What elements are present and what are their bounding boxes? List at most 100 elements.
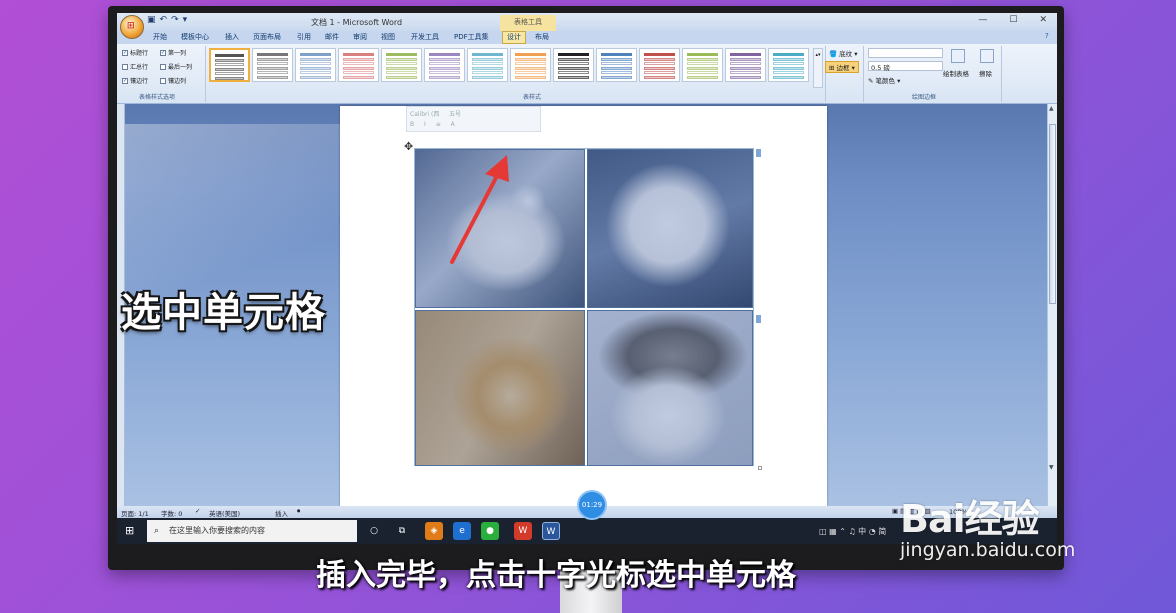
minimize-icon[interactable]: — bbox=[978, 15, 987, 25]
swatch-row bbox=[558, 75, 589, 79]
table-cell-dog-4[interactable] bbox=[587, 310, 753, 466]
tab-layout[interactable]: 布局 bbox=[535, 32, 549, 42]
tab-design[interactable]: 设计 bbox=[502, 31, 526, 44]
gallery-scroll-icon[interactable]: ▴▾ bbox=[813, 48, 823, 88]
eraser-icon[interactable] bbox=[980, 49, 994, 63]
table-style-swatch[interactable] bbox=[725, 48, 766, 82]
swatch-row bbox=[386, 71, 417, 74]
swatch-row bbox=[687, 62, 718, 65]
draw-table-icon[interactable] bbox=[951, 49, 965, 63]
tab-developer[interactable]: 开发工具 bbox=[411, 32, 439, 42]
swatch-row bbox=[601, 66, 632, 70]
checkbox-banded-columns[interactable]: 镶边列 bbox=[160, 76, 186, 85]
proofing-icon[interactable]: ✓ bbox=[195, 507, 200, 515]
table-style-swatch[interactable] bbox=[596, 48, 637, 82]
tab-references[interactable]: 引用 bbox=[297, 32, 311, 42]
browser-icon[interactable]: e bbox=[453, 522, 471, 540]
shading-button[interactable]: 🪣 底纹 ▾ bbox=[829, 48, 858, 58]
language-indicator[interactable]: 英语(美国) bbox=[209, 508, 240, 518]
checkbox-label: 标题行 bbox=[130, 50, 149, 57]
table-style-swatch[interactable] bbox=[424, 48, 465, 82]
table-style-swatch[interactable] bbox=[338, 48, 379, 82]
step-caption: 选中单元格 bbox=[121, 290, 326, 336]
tab-insert[interactable]: 插入 bbox=[225, 32, 239, 42]
page-count[interactable]: 页面: 1/1 bbox=[121, 508, 149, 518]
ime-indicator[interactable]: 中 bbox=[858, 527, 866, 536]
checkbox-icon bbox=[122, 63, 128, 70]
tab-mailings[interactable]: 邮件 bbox=[325, 32, 339, 42]
insert-mode[interactable]: 插入 bbox=[275, 508, 288, 518]
table-style-swatch[interactable] bbox=[252, 48, 293, 82]
tab-pdf-tools[interactable]: PDF工具集 bbox=[454, 32, 489, 42]
checkbox-total-row[interactable]: 汇总行 bbox=[122, 62, 148, 71]
redo-icon[interactable]: ↷ bbox=[171, 15, 179, 25]
checkbox-header-row[interactable]: ✓ 标题行 bbox=[122, 48, 148, 57]
checkbox-last-column[interactable]: 最后一列 bbox=[160, 62, 192, 71]
customize-qat-icon[interactable]: ▾ bbox=[183, 15, 188, 25]
video-timer-badge[interactable]: 01:29 bbox=[577, 490, 607, 520]
format-icons[interactable]: B I ≡ A bbox=[410, 121, 459, 128]
table-cell-dog-3[interactable] bbox=[415, 310, 585, 466]
table-style-swatch[interactable] bbox=[639, 48, 680, 82]
table-cell-dog-2[interactable] bbox=[587, 149, 753, 308]
line-style-dropdown[interactable] bbox=[868, 48, 943, 58]
wechat-icon[interactable]: ● bbox=[481, 522, 499, 540]
pen-color-button[interactable]: ✎ 笔颜色 ▾ bbox=[868, 75, 900, 85]
tab-view[interactable]: 视图 bbox=[381, 32, 395, 42]
scrollbar-thumb[interactable] bbox=[1049, 124, 1056, 304]
tab-review[interactable]: 审阅 bbox=[353, 32, 367, 42]
maximize-icon[interactable]: ☐ bbox=[1009, 15, 1017, 25]
app-icon-photos[interactable]: ◈ bbox=[425, 522, 443, 540]
tab-page-layout[interactable]: 页面布局 bbox=[253, 32, 281, 42]
swatch-row bbox=[472, 75, 503, 79]
table-style-swatch[interactable] bbox=[467, 48, 508, 82]
word-count[interactable]: 字数: 0 bbox=[161, 508, 182, 518]
cortana-icon[interactable]: ○ bbox=[365, 522, 383, 540]
table-style-swatch[interactable] bbox=[768, 48, 809, 82]
eraser-label[interactable]: 擦除 bbox=[979, 68, 992, 78]
swatch-row bbox=[429, 66, 460, 70]
tray-icons[interactable]: ◫ ▦ ⌃ ♫ bbox=[819, 527, 858, 536]
mini-toolbar[interactable]: Calibri (西 五号 B I ≡ A bbox=[406, 106, 541, 132]
table-style-swatch[interactable] bbox=[682, 48, 723, 82]
ime-mode-indicator[interactable]: 简 bbox=[878, 527, 886, 536]
tab-home[interactable]: 开始 bbox=[153, 32, 167, 42]
borders-button[interactable]: ⊞ 边框 ▾ bbox=[825, 61, 859, 73]
clock-icon[interactable]: ◔ bbox=[869, 527, 879, 536]
scroll-up-icon[interactable]: ▲ bbox=[1049, 105, 1054, 112]
scroll-down-icon[interactable]: ▼ bbox=[1049, 464, 1054, 471]
macro-record-icon[interactable]: ⏺ bbox=[297, 507, 300, 516]
table-style-swatch[interactable] bbox=[381, 48, 422, 82]
taskbar-search-box[interactable]: ⌕ 在这里输入你要搜索的内容 bbox=[147, 520, 357, 542]
table-style-swatch[interactable] bbox=[295, 48, 336, 82]
group-label-style-options: 表格样式选项 bbox=[139, 94, 176, 101]
watermark-logo: Bai经验 bbox=[900, 497, 1040, 541]
undo-icon[interactable]: ↶ bbox=[160, 15, 168, 25]
tab-templates[interactable]: 模板中心 bbox=[181, 32, 209, 42]
font-size-field[interactable]: 五号 bbox=[449, 109, 461, 118]
table-move-handle-icon[interactable]: ✥ bbox=[404, 140, 413, 153]
windows-start-icon[interactable]: ⊞ bbox=[125, 524, 134, 537]
checkbox-banded-rows[interactable]: ✓ 镶边行 bbox=[122, 76, 148, 85]
help-icon[interactable]: ? bbox=[1045, 32, 1049, 40]
swatch-row bbox=[644, 75, 675, 79]
table-style-swatch[interactable] bbox=[553, 48, 594, 82]
table-style-swatch[interactable] bbox=[510, 48, 551, 82]
row-resize-handle[interactable] bbox=[756, 315, 761, 323]
word-icon[interactable]: W bbox=[542, 522, 560, 540]
close-icon[interactable]: ✕ bbox=[1039, 15, 1047, 25]
draw-table-label[interactable]: 绘制表格 bbox=[943, 68, 969, 78]
table-style-swatch[interactable] bbox=[209, 48, 250, 82]
task-view-icon[interactable]: ⧉ bbox=[393, 522, 411, 540]
checkbox-first-column[interactable]: ✓ 第一列 bbox=[160, 48, 186, 57]
swatch-row bbox=[773, 66, 804, 70]
wps-icon[interactable]: W bbox=[514, 522, 532, 540]
office-button[interactable]: ⊞ bbox=[120, 15, 144, 39]
font-name-field[interactable]: Calibri (西 bbox=[410, 109, 439, 118]
row-resize-handle[interactable] bbox=[756, 149, 761, 157]
pen-weight-dropdown[interactable]: 0.5 磅 bbox=[868, 61, 943, 72]
table-resize-handle[interactable] bbox=[758, 466, 762, 470]
swatch-row bbox=[601, 62, 632, 65]
save-icon[interactable]: ▣ bbox=[147, 15, 156, 25]
vertical-scrollbar[interactable]: ▲ ▼ bbox=[1047, 104, 1057, 506]
